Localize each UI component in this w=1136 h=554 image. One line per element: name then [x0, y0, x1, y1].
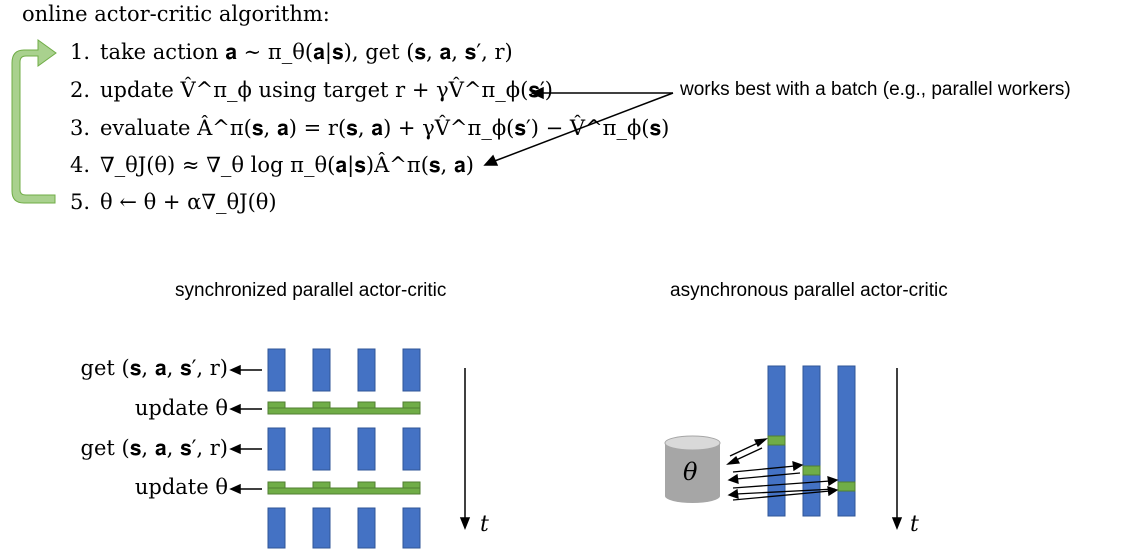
worker-block [357, 427, 376, 471]
async-time-label: t [910, 512, 919, 537]
sync-workers [267, 348, 421, 549]
step-text: take action 𝐚 ∼ π_θ(𝐚|𝐬), get (𝐬, 𝐚, 𝐬′,… [100, 40, 513, 64]
step-number: 2. [70, 78, 91, 102]
update-bar [267, 487, 421, 495]
update-bar [267, 481, 286, 489]
step-number: 3. [70, 116, 91, 140]
algorithm-step: 2. update V̂^π_ϕ using target r + γV̂^π_ϕ… [70, 78, 553, 103]
worker-block [312, 348, 331, 392]
algorithm-step: 3. evaluate Â^π(𝐬, 𝐚) = r(𝐬, 𝐚) + γV̂^π_ϕ… [70, 116, 669, 141]
worker-block [312, 427, 331, 471]
worker-block [312, 507, 331, 549]
step-number: 1. [70, 40, 91, 64]
async-update-mark [837, 481, 856, 492]
algorithm-step: 1. take action 𝐚 ∼ π_θ(𝐚|𝐬), get (𝐬, 𝐚, 𝐬… [70, 40, 513, 65]
sync-update-bars [267, 401, 421, 495]
sync-row-label: get (𝐬, 𝐚, 𝐬′, r) [80, 356, 228, 380]
step-text: update V̂^π_ϕ using target r + γV̂^π_ϕ(𝐬… [100, 78, 553, 102]
worker-block [402, 507, 421, 549]
algorithm-step: 5. θ ← θ + α∇_θJ(θ) [70, 190, 277, 214]
step-number: 5. [70, 190, 91, 214]
update-bar [402, 401, 421, 409]
sync-time-arrow [459, 368, 471, 531]
parameter-server-label: θ [683, 458, 698, 486]
loop-arrow [11, 39, 57, 204]
async-workers [767, 365, 856, 517]
step-number: 4. [70, 153, 91, 177]
step-text: ∇_θJ(θ) ≈ ∇_θ log π_θ(𝐚|𝐬)Â^π(𝐬, 𝐚) [100, 153, 474, 177]
worker-block [402, 348, 421, 392]
async-update-mark [767, 435, 786, 446]
worker-block [267, 507, 286, 549]
async-time-arrow [891, 368, 903, 531]
update-bar [357, 401, 376, 409]
update-bar [267, 407, 421, 415]
algorithm-step: 4. ∇_θJ(θ) ≈ ∇_θ log π_θ(𝐚|𝐬)Â^π(𝐬, 𝐚) [70, 153, 474, 178]
sync-time-label: t [480, 512, 489, 537]
async-worker [837, 365, 856, 517]
algorithm-title: online actor-critic algorithm: [22, 2, 330, 26]
update-bar [357, 481, 376, 489]
sync-row-arrows [229, 364, 262, 495]
worker-block [402, 427, 421, 471]
worker-block [267, 348, 286, 392]
sync-title: synchronized parallel actor-critic [175, 280, 447, 301]
update-bar [402, 481, 421, 489]
step-text: θ ← θ + α∇_θJ(θ) [100, 190, 277, 214]
worker-block [357, 348, 376, 392]
worker-block [267, 427, 286, 471]
async-update-mark [802, 465, 821, 476]
async-title: asynchronous parallel actor-critic [670, 280, 948, 301]
worker-block [357, 507, 376, 549]
update-bar [312, 401, 331, 409]
step-text: evaluate Â^π(𝐬, 𝐚) = r(𝐬, 𝐚) + γV̂^π_ϕ(𝐬… [100, 116, 670, 140]
batch-annotation: works best with a batch (e.g., parallel … [680, 79, 1071, 100]
update-bar [267, 401, 286, 409]
sync-row-label: update θ [134, 475, 228, 499]
update-bar [312, 481, 331, 489]
sync-row-label: get (𝐬, 𝐚, 𝐬′, r) [80, 436, 228, 460]
sync-row-label: update θ [134, 396, 228, 420]
